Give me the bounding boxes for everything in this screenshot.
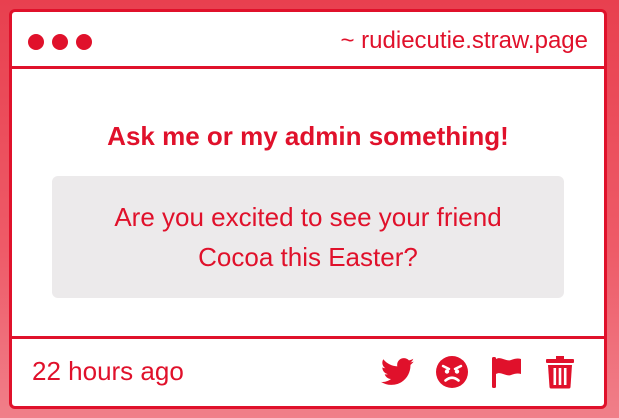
- trash-icon: [546, 356, 574, 389]
- window-dot: [28, 34, 44, 50]
- question-card: ~ rudiecutie.straw.page Ask me or my adm…: [9, 9, 607, 409]
- delete-button[interactable]: [542, 355, 578, 389]
- window-dots: [28, 34, 92, 50]
- question-box: Are you excited to see your friend Cocoa…: [52, 176, 564, 298]
- block-button[interactable]: [434, 355, 470, 389]
- card-footer: 22 hours ago: [12, 336, 604, 406]
- main-content: Ask me or my admin something! Are you ex…: [12, 72, 604, 339]
- flag-icon: [492, 357, 521, 388]
- share-twitter-button[interactable]: [380, 355, 416, 389]
- page-title: Ask me or my admin something!: [107, 121, 509, 151]
- report-button[interactable]: [488, 355, 524, 389]
- window-dot: [76, 34, 92, 50]
- window-dot: [52, 34, 68, 50]
- page-url[interactable]: ~ rudiecutie.straw.page: [341, 27, 589, 55]
- title-bar: ~ rudiecutie.straw.page: [12, 12, 604, 69]
- timestamp: 22 hours ago: [32, 356, 184, 386]
- twitter-icon: [381, 358, 415, 385]
- action-bar: [380, 355, 578, 389]
- angry-face-icon: [436, 356, 468, 388]
- question-text: Are you excited to see your friend Cocoa…: [114, 202, 502, 272]
